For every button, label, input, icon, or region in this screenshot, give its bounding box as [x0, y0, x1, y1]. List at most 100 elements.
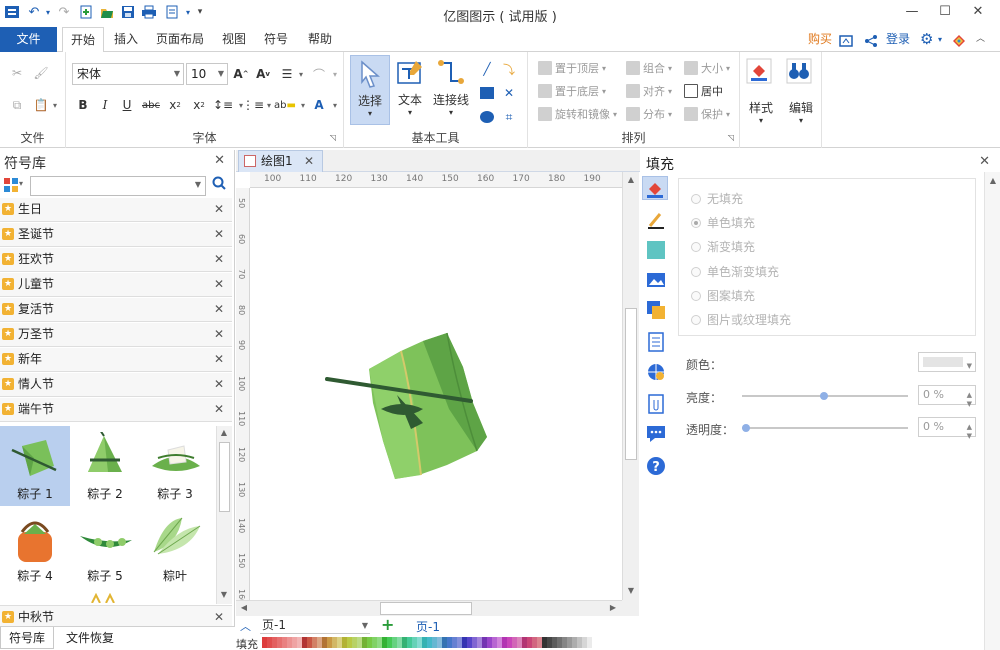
fill-option-solid[interactable]: 单色填充: [691, 214, 755, 231]
tab-insert[interactable]: 插入: [110, 27, 142, 52]
scroll-thumb[interactable]: [625, 308, 637, 460]
shape-zongzi-leaf[interactable]: 粽叶: [140, 508, 210, 588]
underline-icon[interactable]: U: [118, 96, 136, 114]
close-icon[interactable]: ✕: [214, 323, 224, 346]
fill-panel-scrollbar[interactable]: ▲: [984, 172, 1000, 650]
canvas-horizontal-scrollbar[interactable]: ◀ ▶: [236, 600, 622, 616]
transparency-input[interactable]: 0 % ▲ ▼: [918, 417, 976, 440]
close-icon[interactable]: ✕: [214, 298, 224, 321]
close-icon[interactable]: ✕: [214, 273, 224, 296]
select-tool-button[interactable]: 选择 ▾: [350, 55, 390, 125]
superscript-icon[interactable]: x2: [190, 96, 208, 114]
tab-symbol-library[interactable]: 符号库: [0, 627, 55, 649]
page-tab[interactable]: 页-1: [416, 618, 440, 635]
library-switch-dropdown-icon[interactable]: ▾: [19, 179, 23, 188]
image-icon[interactable]: [646, 270, 666, 290]
spin-down-icon[interactable]: ▼: [967, 395, 972, 413]
subscript-icon[interactable]: x2: [166, 96, 184, 114]
hyperlink-globe-icon[interactable]: [646, 362, 666, 382]
help-icon[interactable]: ?: [646, 456, 666, 476]
ellipse-tool-icon[interactable]: [478, 108, 496, 126]
transparency-slider[interactable]: [742, 424, 908, 432]
shape-zongzi-3[interactable]: 粽子 3: [140, 426, 210, 506]
style-button[interactable]: 样式 ▾: [744, 55, 778, 125]
symbol-search-input[interactable]: ▼: [30, 176, 206, 196]
line-spacing-icon[interactable]: ↕≡: [213, 96, 233, 114]
collapse-ribbon-icon[interactable]: ︿: [976, 27, 985, 52]
scroll-thumb[interactable]: [219, 442, 230, 512]
zongzi-shape-on-canvas[interactable]: [251, 189, 622, 600]
category-dragon-boat[interactable]: ★ 端午节 ✕: [0, 398, 232, 422]
document-tab[interactable]: 绘图1 ✕: [238, 150, 323, 172]
category-valentines[interactable]: ★ 情人节 ✕: [0, 373, 232, 397]
close-icon[interactable]: ✕: [214, 348, 224, 371]
cut-icon[interactable]: ✂: [8, 64, 26, 82]
shadow-icon[interactable]: [646, 240, 666, 260]
scroll-down-icon[interactable]: ▼: [624, 584, 638, 598]
edit-button[interactable]: 编辑 ▾: [784, 55, 818, 125]
font-grow-icon[interactable]: A ^: [232, 65, 250, 83]
color-picker[interactable]: ▼: [918, 352, 976, 372]
share-icon[interactable]: [864, 32, 878, 47]
shape-zongzi-2[interactable]: 粽子 2: [70, 426, 140, 506]
skin-icon[interactable]: [952, 32, 966, 47]
close-icon[interactable]: ✕: [214, 373, 224, 396]
slider-knob[interactable]: [820, 392, 828, 400]
login-link[interactable]: 登录: [886, 27, 910, 52]
align-button[interactable]: 对齐 ▾: [626, 83, 672, 99]
bring-to-front-button[interactable]: 置于顶层 ▾: [538, 60, 606, 76]
font-color-dropdown-icon[interactable]: ▾: [326, 96, 344, 114]
settings-dropdown-icon[interactable]: ▾: [938, 27, 942, 52]
send-to-back-button[interactable]: 置于底层 ▾: [538, 83, 606, 99]
protect-button[interactable]: 保护 ▾: [684, 106, 730, 122]
drawing-canvas[interactable]: [251, 189, 622, 600]
scroll-thumb[interactable]: [380, 602, 472, 615]
category-easter[interactable]: ★ 复活节 ✕: [0, 298, 232, 322]
canvas-vertical-scrollbar[interactable]: ▲ ▼: [622, 172, 639, 600]
comment-icon[interactable]: [646, 424, 666, 444]
library-switch-icon[interactable]: [4, 178, 18, 192]
text-tool-button[interactable]: 文本 ▾: [392, 55, 428, 125]
bold-icon[interactable]: B: [74, 96, 92, 114]
font-name-select[interactable]: 宋体 ▼: [72, 63, 184, 85]
scroll-up-icon[interactable]: ▲: [624, 173, 638, 187]
tab-help[interactable]: 帮助: [304, 27, 336, 52]
close-icon[interactable]: ✕: [214, 223, 224, 246]
close-icon[interactable]: ✕: [304, 151, 314, 171]
settings-gear-icon[interactable]: ⚙: [920, 27, 933, 52]
arc-tool-icon[interactable]: ⤵: [500, 60, 518, 78]
group-button[interactable]: 组合 ▾: [626, 60, 672, 76]
text-highlight-icon[interactable]: ab ▬: [274, 96, 296, 114]
scroll-up-icon[interactable]: ▲: [217, 426, 231, 440]
tab-symbol[interactable]: 符号: [260, 27, 292, 52]
shape-zongzi-1[interactable]: 粽子 1: [0, 426, 70, 506]
color-swatch[interactable]: [587, 637, 592, 648]
text-path-dropdown-icon[interactable]: ▾: [326, 65, 344, 83]
page-properties-icon[interactable]: [646, 332, 666, 352]
paste-dropdown-icon[interactable]: ▾: [46, 96, 64, 114]
category-birthday[interactable]: ★ 生日 ✕: [0, 198, 232, 222]
close-icon[interactable]: ✕: [979, 154, 990, 169]
fill-option-none[interactable]: 无填充: [691, 190, 743, 207]
rectangle-tool-icon[interactable]: [478, 84, 496, 102]
brightness-input[interactable]: 0 % ▲ ▼: [918, 385, 976, 408]
shape-zongzi-4[interactable]: 粽子 4: [0, 508, 70, 588]
strikethrough-icon[interactable]: abc: [142, 96, 160, 114]
rotate-mirror-button[interactable]: 旋转和镜像 ▾: [538, 106, 617, 122]
tab-page-layout[interactable]: 页面布局: [152, 27, 208, 52]
text-align-dropdown-icon[interactable]: ▾: [292, 65, 310, 83]
file-menu-tab[interactable]: 文件: [0, 27, 57, 52]
fill-option-solid-gradient[interactable]: 单色渐变填充: [691, 263, 779, 280]
scroll-up-icon[interactable]: ▲: [986, 174, 1000, 188]
close-icon[interactable]: ✕: [214, 153, 225, 168]
close-icon[interactable]: ✕: [214, 248, 224, 271]
connector-tool-button[interactable]: 连接线 ▾: [428, 55, 474, 125]
add-page-icon[interactable]: +: [381, 615, 394, 634]
spin-down-icon[interactable]: ▼: [967, 427, 972, 445]
slider-knob[interactable]: [742, 424, 750, 432]
category-carnival[interactable]: ★ 狂欢节 ✕: [0, 248, 232, 272]
font-size-select[interactable]: 10 ▼: [186, 63, 228, 85]
fill-option-picture[interactable]: 图片或纹理填充: [691, 311, 791, 328]
copy-icon[interactable]: ⧉: [8, 96, 26, 114]
point-tool-icon[interactable]: ✕: [500, 84, 518, 102]
